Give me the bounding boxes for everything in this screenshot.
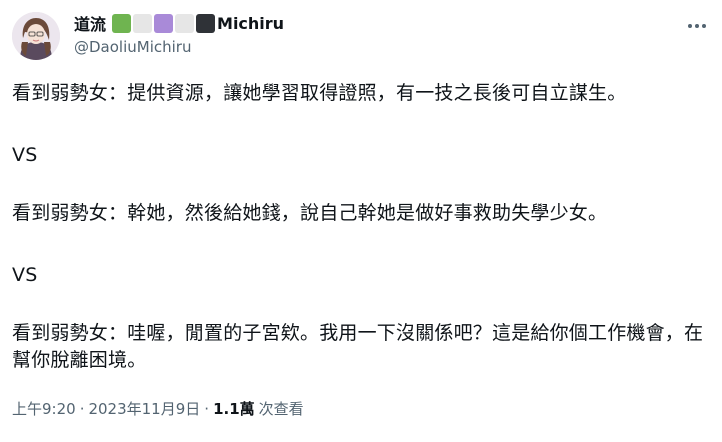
tweet-meta: 上午9:20 · 2023年11月9日 · 1.1萬 次查看: [12, 398, 304, 419]
tweet-date[interactable]: 2023年11月9日: [88, 398, 200, 419]
display-name[interactable]: 道流: [74, 11, 106, 35]
views-count: 1.1萬: [213, 400, 255, 418]
green-square-icon: [112, 13, 132, 33]
tweet-paragraph: 看到弱勢女：哇喔，閒置的子宮欸。我用一下沒關係吧？這是給你個工作機會，在幫你脫離…: [12, 322, 704, 371]
white-square-icon: [133, 13, 153, 33]
tweet-time[interactable]: 上午9:20: [12, 398, 76, 419]
black-square-icon: [196, 13, 216, 33]
author-names: 道流 Michiru @DaoliuMichiru: [74, 12, 284, 56]
tweet-card: 道流 Michiru @DaoliuMichiru 看到弱勢女：提供資源，讓她學…: [0, 0, 722, 442]
purple-square-icon: [154, 13, 174, 33]
avatar[interactable]: [12, 12, 60, 60]
display-name-suffix[interactable]: Michiru: [217, 14, 284, 33]
tweet-paragraph: 看到弱勢女：幹她，然後給她錢，說自己幹她是做好事救助失學少女。: [12, 202, 608, 224]
meta-separator: ·: [79, 399, 85, 418]
tweet-paragraph: 看到弱勢女：提供資源，讓她學習取得證照，有一技之長後可自立謀生。: [12, 82, 627, 104]
views-label: 次查看: [258, 400, 304, 418]
meta-separator: ·: [204, 399, 210, 418]
tweet-paragraph: VS: [12, 144, 38, 166]
tweet-paragraph: VS: [12, 264, 38, 286]
tweet-header: 道流 Michiru @DaoliuMichiru: [12, 12, 710, 64]
name-badges: [112, 13, 216, 33]
white-square-icon: [175, 13, 195, 33]
user-handle[interactable]: @DaoliuMichiru: [74, 38, 284, 56]
avatar-illustration: [12, 12, 60, 60]
name-row: 道流 Michiru: [74, 12, 284, 34]
more-options-button[interactable]: [684, 16, 710, 36]
ellipsis-icon: [688, 24, 706, 28]
